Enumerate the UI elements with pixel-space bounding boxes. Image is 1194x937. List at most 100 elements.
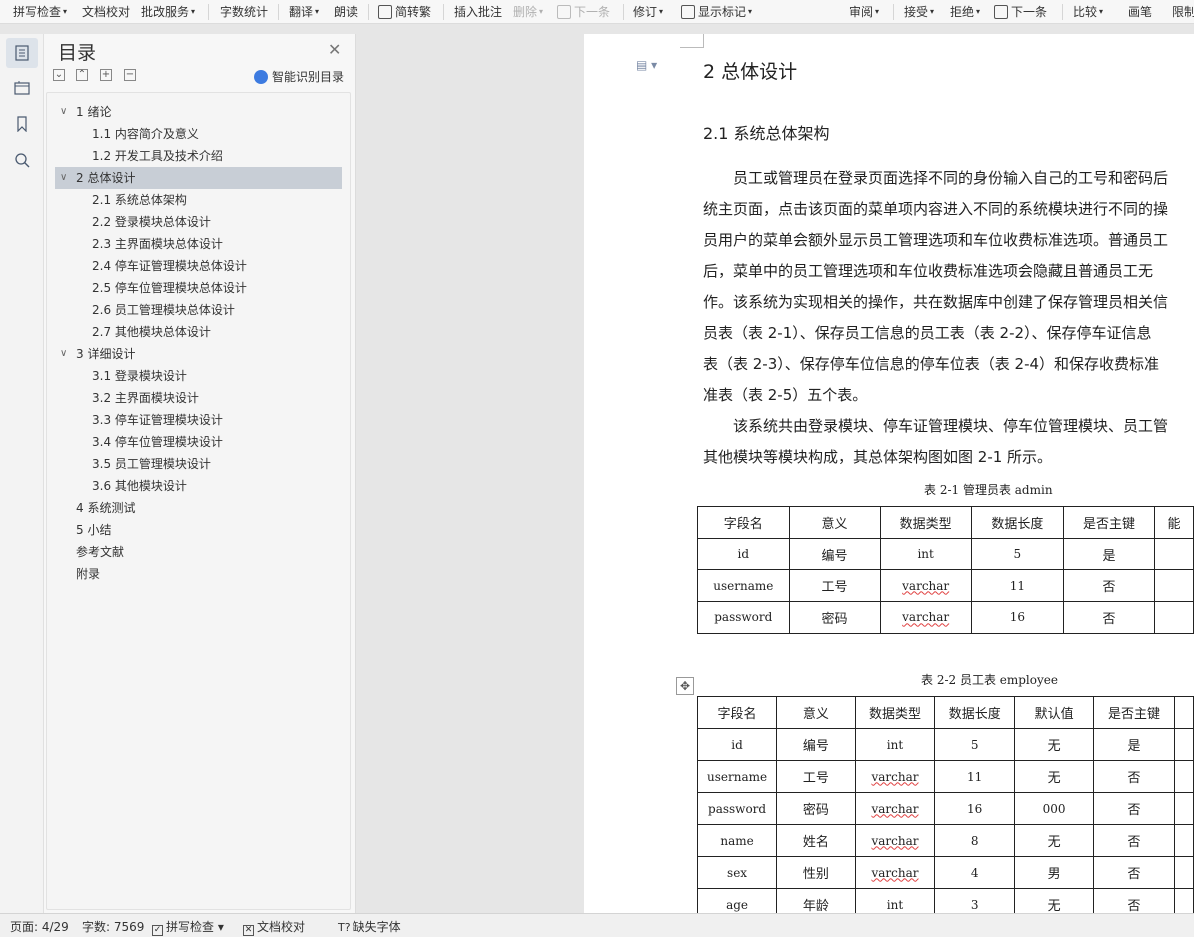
proofread-status[interactable]: ✕ 文档校对 <box>243 919 305 936</box>
table-header-cell: 字段名 <box>697 506 790 539</box>
remove-item-icon[interactable]: − <box>124 69 136 81</box>
employee-table: 字段名 意义 数据类型 数据长度 默认值 是否主键 id 编号 int 5 无是 username 工号… <box>696 696 1194 921</box>
toolbar-divider <box>278 4 279 20</box>
restrict-editing-button[interactable]: 限制 <box>1172 3 1194 21</box>
table-row: password 密码 varchar 16 否 <box>697 601 1194 634</box>
table-caption: 表 2-2 员工表 employee <box>921 673 1058 687</box>
insert-comment-button[interactable]: 插入批注 <box>454 3 502 21</box>
bookmark-icon <box>17 116 27 132</box>
word-count-button[interactable]: 字数统计 <box>220 3 268 21</box>
accept-button[interactable]: 接受 ▾ <box>904 3 934 21</box>
toc-item[interactable]: 3.5 员工管理模块设计 <box>55 453 342 475</box>
table-cell: 密码 <box>788 601 881 634</box>
toc-item[interactable]: ∨ 3 详细设计 <box>55 343 342 365</box>
translate-button[interactable]: 翻译 ▾ <box>289 3 319 21</box>
toc-item[interactable]: 5 小结 <box>55 519 342 541</box>
toc-item[interactable]: 2.4 停车证管理模块总体设计 <box>55 255 342 277</box>
toc-item[interactable]: 附录 <box>55 563 342 585</box>
add-item-icon[interactable]: + <box>100 69 112 81</box>
toc-item[interactable]: 2.7 其他模块总体设计 <box>55 321 342 343</box>
toc-item-label: 2.3 主界面模块总体设计 <box>92 237 223 251</box>
collapse-all-icon[interactable]: ⌄ <box>53 69 65 81</box>
toc-item[interactable]: ∨ 1 绪论 <box>55 101 342 123</box>
table-cell: sex <box>696 856 778 889</box>
search-icon <box>15 153 30 168</box>
expand-arrow-icon[interactable]: ∨ <box>60 167 67 189</box>
bookmark-button[interactable] <box>6 109 38 139</box>
toc-item[interactable]: 3.6 其他模块设计 <box>55 475 342 497</box>
toc-item[interactable]: 3.2 主界面模块设计 <box>55 387 342 409</box>
toc-item[interactable]: 参考文献 <box>55 541 342 563</box>
table-cell: 否 <box>1093 760 1175 793</box>
expand-up-icon[interactable]: ⌃ <box>76 69 88 81</box>
correction-service-button[interactable]: 批改服务 ▾ <box>141 3 195 21</box>
toolbar-divider <box>893 4 894 20</box>
table-cell: varchar <box>879 569 972 603</box>
table-cell: int <box>854 728 936 761</box>
toc-item[interactable]: 3.1 登录模块设计 <box>55 365 342 387</box>
table-cell <box>1173 792 1194 825</box>
spell-check-status[interactable]: ✓ 拼写检查 ▾ <box>152 919 224 936</box>
toc-item[interactable]: 4 系统测试 <box>55 497 342 519</box>
table-header-cell: 默认值 <box>1014 696 1095 729</box>
table-cell: 无 <box>1014 824 1095 857</box>
chapter-nav-button[interactable] <box>6 73 38 103</box>
reject-button[interactable]: 拒绝 ▾ <box>950 3 980 21</box>
table-cell: id <box>696 728 778 761</box>
toc-item[interactable]: ∨ 2 总体设计 <box>55 167 342 189</box>
missing-font-status[interactable]: T? 缺失字体 <box>338 919 401 935</box>
table-cell: username <box>696 760 778 793</box>
simplified-to-traditional-button[interactable]: 简转繁 <box>378 3 431 21</box>
toc-item[interactable]: 2.2 登录模块总体设计 <box>55 211 342 233</box>
toc-item-label: 5 小结 <box>76 523 112 537</box>
next-comment-button[interactable]: 下一条 <box>557 3 610 21</box>
toc-item[interactable]: 2.3 主界面模块总体设计 <box>55 233 342 255</box>
next-change-button[interactable]: 下一条 <box>994 3 1047 21</box>
smart-toc-button[interactable]: 智能识别目录 <box>254 68 344 85</box>
show-markup-button[interactable]: 显示标记 ▾ <box>681 3 752 21</box>
toc-item[interactable]: 2.5 停车位管理模块总体设计 <box>55 277 342 299</box>
expand-arrow-icon[interactable]: ∨ <box>60 343 67 365</box>
table-header-cell: 意义 <box>776 696 856 729</box>
toc-item[interactable]: 2.1 系统总体架构 <box>55 189 342 211</box>
show-markup-icon <box>681 5 695 19</box>
table-cell: varchar <box>854 760 936 793</box>
table-cell: 5 <box>970 537 1064 571</box>
next-comment-icon <box>557 5 571 19</box>
spell-check-button[interactable]: 拼写检查 ▾ <box>13 3 67 21</box>
page-options-icon[interactable]: ▤ ▾ <box>636 58 660 76</box>
table-cell <box>1154 569 1194 603</box>
toc-title: 目录 <box>58 42 97 64</box>
toc-item-label: 3.6 其他模块设计 <box>92 479 187 493</box>
toc-item[interactable]: 1.2 开发工具及技术介绍 <box>55 145 342 167</box>
spell-flagged-text: varchar <box>902 578 950 593</box>
toc-panel-button[interactable] <box>6 38 38 68</box>
table-move-handle[interactable]: ✥ <box>676 677 694 695</box>
toc-item-label: 附录 <box>76 567 101 581</box>
check-icon: ✓ <box>152 925 163 936</box>
toc-item[interactable]: 2.6 员工管理模块总体设计 <box>55 299 342 321</box>
close-icon[interactable]: ✕ <box>328 40 341 59</box>
expand-arrow-icon[interactable]: ∨ <box>60 101 67 123</box>
page-indicator[interactable]: 页面: 4/29 <box>10 919 69 935</box>
table-header-row: 字段名 意义 数据类型 数据长度 是否主键能 <box>697 506 1194 539</box>
delete-comment-button[interactable]: 删除 ▾ <box>513 3 543 21</box>
toc-item[interactable]: 3.4 停车位管理模块设计 <box>55 431 342 453</box>
compare-button[interactable]: 比较 ▾ <box>1073 3 1103 21</box>
table-cell <box>1154 601 1194 634</box>
table-row: id 编号 int 5 无是 <box>696 728 1194 761</box>
review-pane-button[interactable]: 审阅 ▾ <box>849 3 879 21</box>
table-row: sex 性别 varchar 4 男否 <box>696 856 1194 889</box>
table-cell <box>1173 824 1194 857</box>
pen-button[interactable]: 画笔 <box>1128 3 1152 21</box>
toc-item[interactable]: 3.3 停车证管理模块设计 <box>55 409 342 431</box>
table-cell: name <box>696 824 778 857</box>
toc-item-label: 2.1 系统总体架构 <box>92 193 187 207</box>
doc-proofread-button[interactable]: 文档校对 <box>82 3 130 21</box>
track-changes-button[interactable]: 修订 ▾ <box>633 3 663 21</box>
word-count-indicator[interactable]: 字数: 7569 <box>82 919 144 935</box>
read-aloud-button[interactable]: 朗读 <box>334 3 358 21</box>
find-button[interactable] <box>6 145 38 175</box>
toc-item[interactable]: 1.1 内容简介及意义 <box>55 123 342 145</box>
body-line: 后，菜单中的员工管理选项和车位收费标准选项会隐藏且普通员工无 <box>703 262 1154 280</box>
